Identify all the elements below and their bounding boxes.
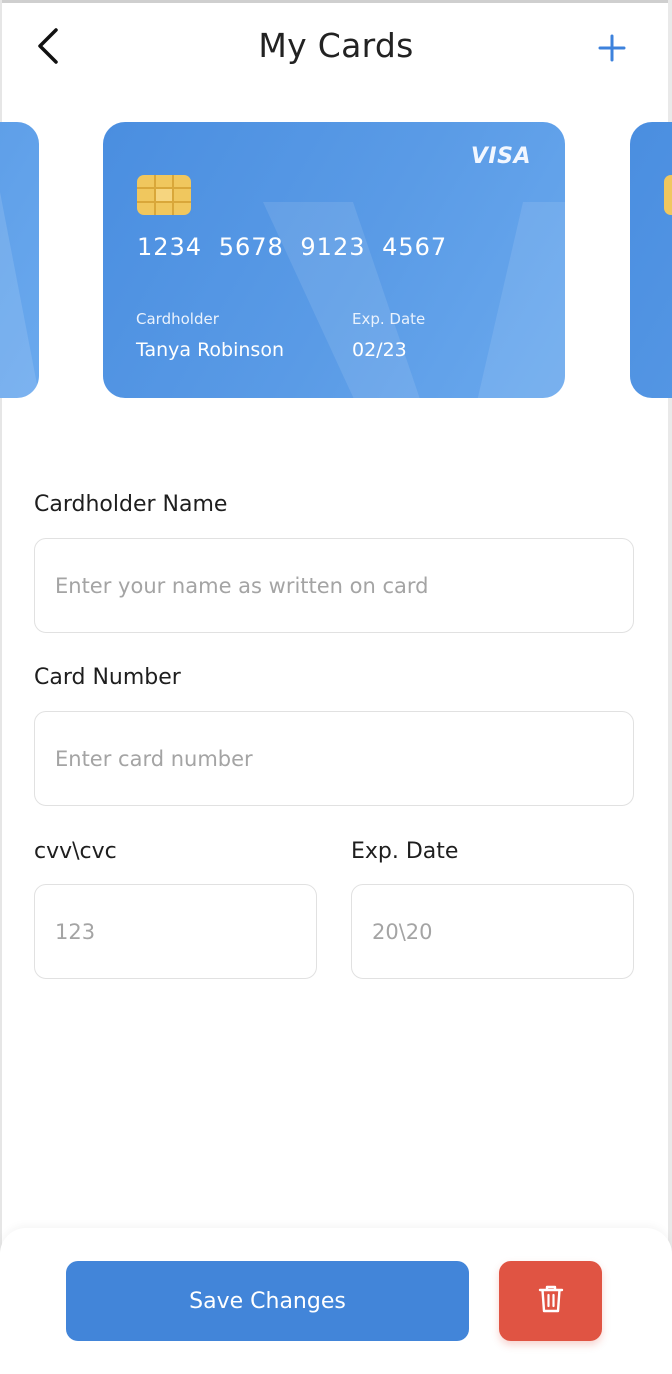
card-selected[interactable]: VISA 1234 5678 9123 4567 Cardholder Exp.… xyxy=(103,122,565,398)
exp-date-input[interactable] xyxy=(370,918,615,945)
card-next[interactable] xyxy=(630,122,672,398)
card-number: 1234 5678 9123 4567 xyxy=(137,233,448,261)
chip-icon xyxy=(137,175,191,215)
add-card-button[interactable] xyxy=(590,28,634,72)
page-title: My Cards xyxy=(258,26,414,65)
chip-icon xyxy=(664,175,672,215)
cardholder-name: Tanya Robinson xyxy=(136,339,284,361)
exp-date-field-label: Exp. Date xyxy=(351,839,459,864)
cvv-input[interactable] xyxy=(53,918,298,945)
save-changes-button[interactable]: Save Changes xyxy=(66,1261,469,1341)
cardholder-name-input[interactable] xyxy=(53,572,615,599)
trash-icon xyxy=(538,1284,564,1318)
cvv-label: cvv\cvc xyxy=(34,839,117,864)
card-carousel[interactable]: VISA 1234 5678 9123 4567 Cardholder Exp.… xyxy=(0,122,672,398)
card-number-field[interactable] xyxy=(34,711,634,806)
card-previous[interactable] xyxy=(0,122,39,398)
app-header: My Cards xyxy=(0,0,672,96)
card-watermark xyxy=(0,192,39,398)
cardholder-name-label: Cardholder Name xyxy=(34,492,228,517)
card-brand-logo: VISA xyxy=(470,144,531,169)
exp-date-field[interactable] xyxy=(351,884,634,979)
delete-card-button[interactable] xyxy=(499,1261,602,1341)
exp-date-value: 02/23 xyxy=(352,339,407,361)
cardholder-label: Cardholder xyxy=(136,310,219,328)
plus-icon xyxy=(598,34,626,66)
card-number-input[interactable] xyxy=(53,745,615,772)
card-number-label: Card Number xyxy=(34,665,181,690)
exp-date-label: Exp. Date xyxy=(352,310,426,328)
cardholder-name-field[interactable] xyxy=(34,538,634,633)
card-watermark xyxy=(263,202,565,398)
cvv-field[interactable] xyxy=(34,884,317,979)
